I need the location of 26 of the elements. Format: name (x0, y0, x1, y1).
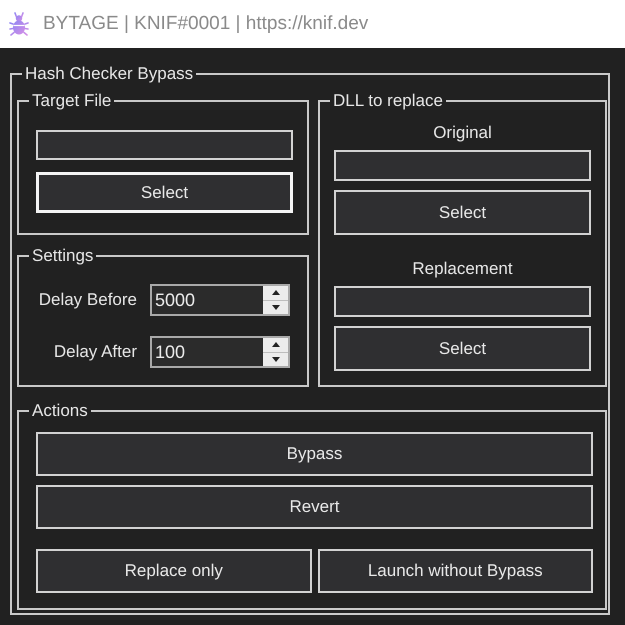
bug-icon (9, 12, 29, 36)
number-spinner[interactable]: 5000 (150, 284, 290, 316)
dll-path-field[interactable] (334, 286, 591, 317)
number-spinner[interactable]: 100 (150, 336, 290, 368)
action-button[interactable]: Revert (36, 485, 593, 529)
select-button[interactable]: Select (36, 172, 293, 213)
action-button[interactable]: Launch without Bypass (318, 549, 593, 593)
action-button[interactable]: Bypass (36, 432, 593, 476)
slot-label: Original (433, 122, 492, 144)
down-arrow-icon (272, 304, 280, 310)
spin-down-button[interactable] (263, 352, 288, 366)
up-arrow-icon (272, 290, 280, 296)
window-title: BYTAGE | KNIF#0001 | https://knif.dev (43, 13, 368, 35)
spin-up-button[interactable] (263, 338, 288, 352)
dll-path-field[interactable] (334, 150, 591, 181)
action-button[interactable]: Replace only (36, 549, 312, 593)
select-button[interactable]: Select (334, 190, 591, 235)
down-arrow-icon (272, 356, 280, 362)
select-button[interactable]: Select (334, 326, 591, 371)
up-arrow-icon (272, 342, 280, 348)
spin-down-button[interactable] (263, 300, 288, 314)
spin-up-button[interactable] (263, 286, 288, 300)
setting-label: Delay After (54, 342, 137, 362)
slot-label: Replacement (412, 258, 513, 280)
setting-label: Delay Before (38, 290, 137, 310)
file-path-field[interactable] (36, 130, 293, 160)
